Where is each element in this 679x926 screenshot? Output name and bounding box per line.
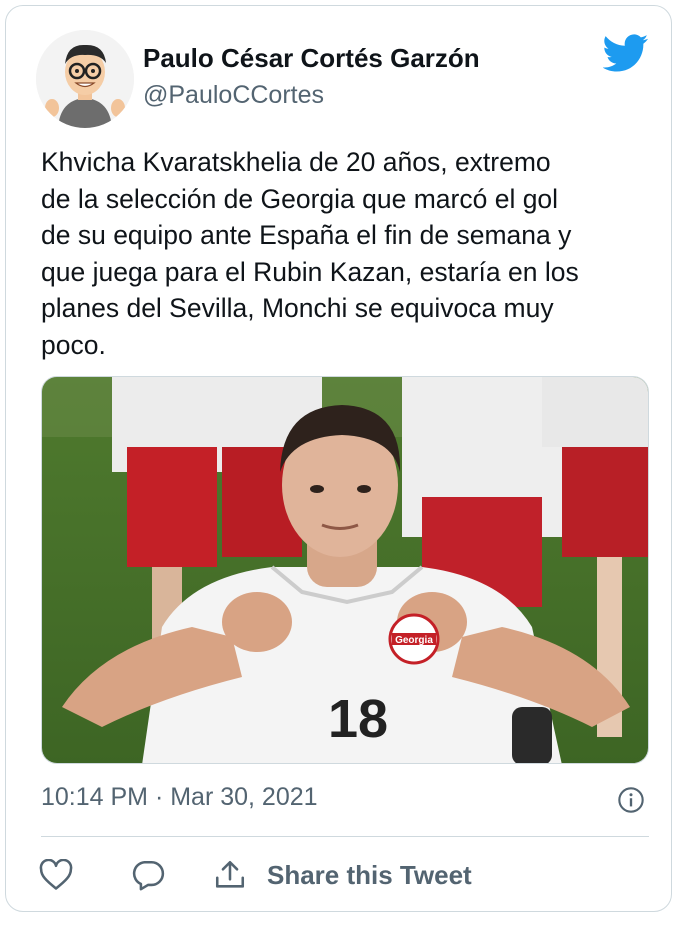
football-player-photo: Georgia 18 <box>42 377 648 763</box>
reply-button[interactable] <box>131 855 171 895</box>
tweet-card: Paulo César Cortés Garzón @PauloCCortes … <box>5 5 672 912</box>
tweet-photo[interactable]: Georgia 18 <box>41 376 649 764</box>
share-button[interactable]: Share this Tweet <box>213 855 472 895</box>
jersey-badge-text: Georgia <box>395 635 433 646</box>
avatar-illustration <box>36 30 134 128</box>
share-label[interactable]: Share this Tweet <box>267 860 472 891</box>
info-icon[interactable] <box>617 786 645 814</box>
tweet-text: Khvicha Kvaratskhelia de 20 años, extrem… <box>41 147 579 360</box>
share-upload-icon <box>215 860 245 888</box>
heart-icon <box>39 859 73 890</box>
twitter-bird-icon[interactable] <box>603 34 649 74</box>
author-name[interactable]: Paulo César Cortés Garzón <box>143 43 480 74</box>
author-handle[interactable]: @PauloCCortes <box>143 81 324 110</box>
jersey-number: 18 <box>328 689 388 749</box>
reply-bubble-icon <box>132 860 165 891</box>
like-button[interactable] <box>39 855 79 895</box>
tweet-timestamp[interactable]: 10:14 PM · Mar 30, 2021 <box>41 783 318 812</box>
avatar[interactable] <box>36 30 134 128</box>
divider <box>41 836 649 837</box>
